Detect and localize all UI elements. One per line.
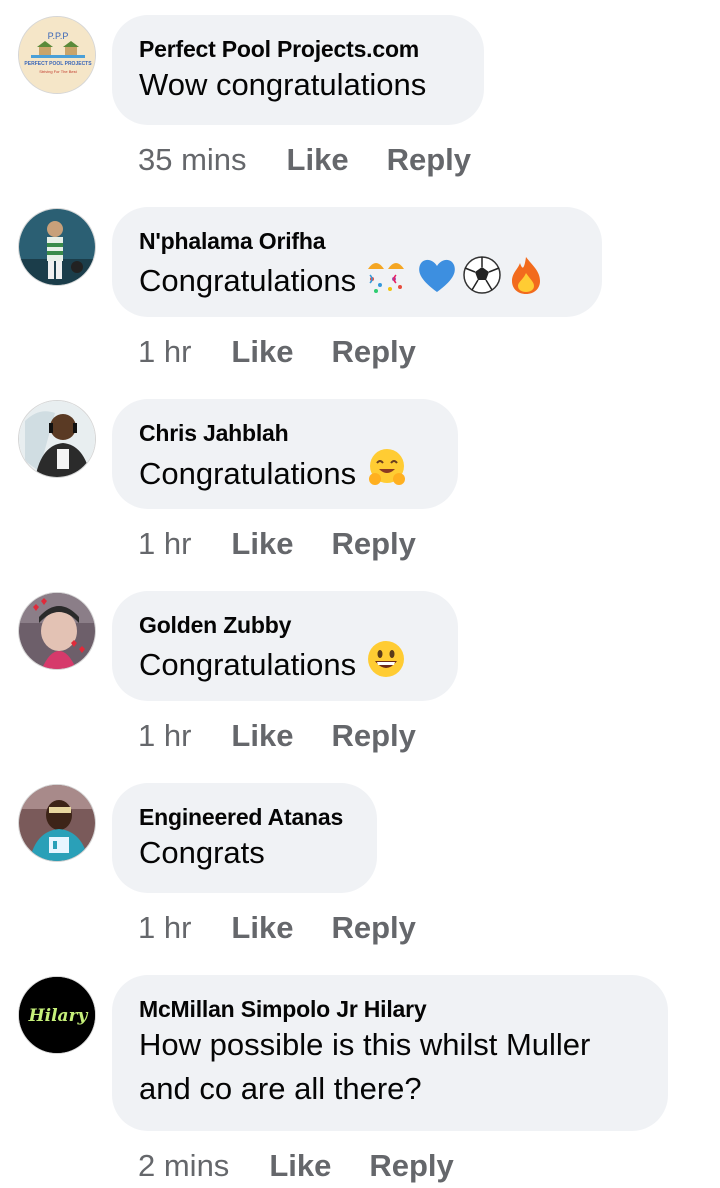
person-photo-icon: [19, 785, 95, 861]
avatar[interactable]: Hilary: [18, 976, 96, 1054]
name-logo-icon: Hilary: [19, 977, 95, 1053]
comment-time[interactable]: 35 mins: [138, 140, 247, 180]
grinning-face-icon: [366, 639, 406, 691]
hugging-face-icon: [366, 447, 408, 501]
comment-bubble[interactable]: Perfect Pool Projects.com Wow congratula…: [112, 15, 484, 125]
blue-heart-icon: [416, 255, 458, 307]
comment-author[interactable]: N'phalama Orifha: [139, 227, 576, 255]
pool-logo-icon: P.P.P PERFECT POOL PROJECTS Striving For…: [19, 17, 95, 93]
comment-text: Congrats: [139, 835, 265, 870]
comment-bubble[interactable]: Chris Jahblah Congratulations: [112, 399, 458, 509]
comment-time[interactable]: 2 mins: [138, 1146, 229, 1186]
like-button[interactable]: Like: [287, 140, 349, 180]
like-button[interactable]: Like: [231, 716, 293, 756]
avatar-logo-subtext: PERFECT POOL PROJECTS: [24, 61, 92, 67]
comment-author[interactable]: Golden Zubby: [139, 611, 432, 639]
comment-text-row: Congratulations: [139, 447, 432, 501]
comment-text: Congratulations: [139, 263, 357, 298]
person-photo-icon: [19, 209, 95, 285]
comment-actions: 1 hr Like Reply: [138, 908, 416, 948]
reply-button[interactable]: Reply: [369, 1146, 453, 1186]
comment-author[interactable]: Chris Jahblah: [139, 419, 432, 447]
comment-text: Congratulations: [139, 647, 357, 682]
comment-text-line: and co are all there?: [139, 1071, 422, 1106]
comment-text: How possible is this whilst Muller and c…: [139, 1023, 642, 1111]
comment-time[interactable]: 1 hr: [138, 524, 191, 564]
reply-button[interactable]: Reply: [387, 140, 471, 180]
avatar-logo-text: Hilary: [28, 1006, 89, 1026]
reply-button[interactable]: Reply: [331, 332, 415, 372]
person-photo-icon: [19, 401, 95, 477]
comment-time[interactable]: 1 hr: [138, 908, 191, 948]
like-button[interactable]: Like: [231, 332, 293, 372]
comment-actions: 2 mins Like Reply: [138, 1146, 454, 1186]
avatar[interactable]: [18, 592, 96, 670]
like-button[interactable]: Like: [231, 908, 293, 948]
comment-bubble[interactable]: N'phalama Orifha Congratulations: [112, 207, 602, 317]
comment-text: Wow congratulations: [139, 67, 427, 102]
avatar-logo-tagline: Striving For The Best: [39, 69, 77, 74]
avatar[interactable]: P.P.P PERFECT POOL PROJECTS Striving For…: [18, 16, 96, 94]
person-photo-icon: [19, 593, 95, 669]
comment-text-row: Congratulations: [139, 255, 576, 307]
comment-actions: 1 hr Like Reply: [138, 716, 416, 756]
comment-bubble[interactable]: McMillan Simpolo Jr Hilary How possible …: [112, 975, 668, 1131]
reply-button[interactable]: Reply: [331, 908, 415, 948]
reply-button[interactable]: Reply: [331, 524, 415, 564]
comment-author[interactable]: Engineered Atanas: [139, 803, 351, 831]
avatar[interactable]: [18, 400, 96, 478]
avatar-logo-text: P.P.P: [48, 31, 69, 41]
comment-actions: 35 mins Like Reply: [138, 140, 471, 180]
comment-bubble[interactable]: Engineered Atanas Congrats: [112, 783, 377, 893]
comment-author[interactable]: McMillan Simpolo Jr Hilary: [139, 995, 642, 1023]
comment-actions: 1 hr Like Reply: [138, 332, 416, 372]
comment-actions: 1 hr Like Reply: [138, 524, 416, 564]
comment-bubble[interactable]: Golden Zubby Congratulations: [112, 591, 458, 701]
comment-text: Congratulations: [139, 456, 357, 491]
like-button[interactable]: Like: [269, 1146, 331, 1186]
comment-text-line: How possible is this whilst Muller: [139, 1027, 591, 1062]
avatar[interactable]: [18, 208, 96, 286]
avatar[interactable]: [18, 784, 96, 862]
comment-time[interactable]: 1 hr: [138, 332, 191, 372]
party-popper-icon: [366, 255, 408, 307]
comment-author[interactable]: Perfect Pool Projects.com: [139, 35, 458, 63]
fire-icon: [508, 255, 544, 307]
reply-button[interactable]: Reply: [331, 716, 415, 756]
comment-text-row: Congratulations: [139, 639, 432, 691]
comment-time[interactable]: 1 hr: [138, 716, 191, 756]
soccer-ball-icon: [462, 255, 502, 307]
like-button[interactable]: Like: [231, 524, 293, 564]
